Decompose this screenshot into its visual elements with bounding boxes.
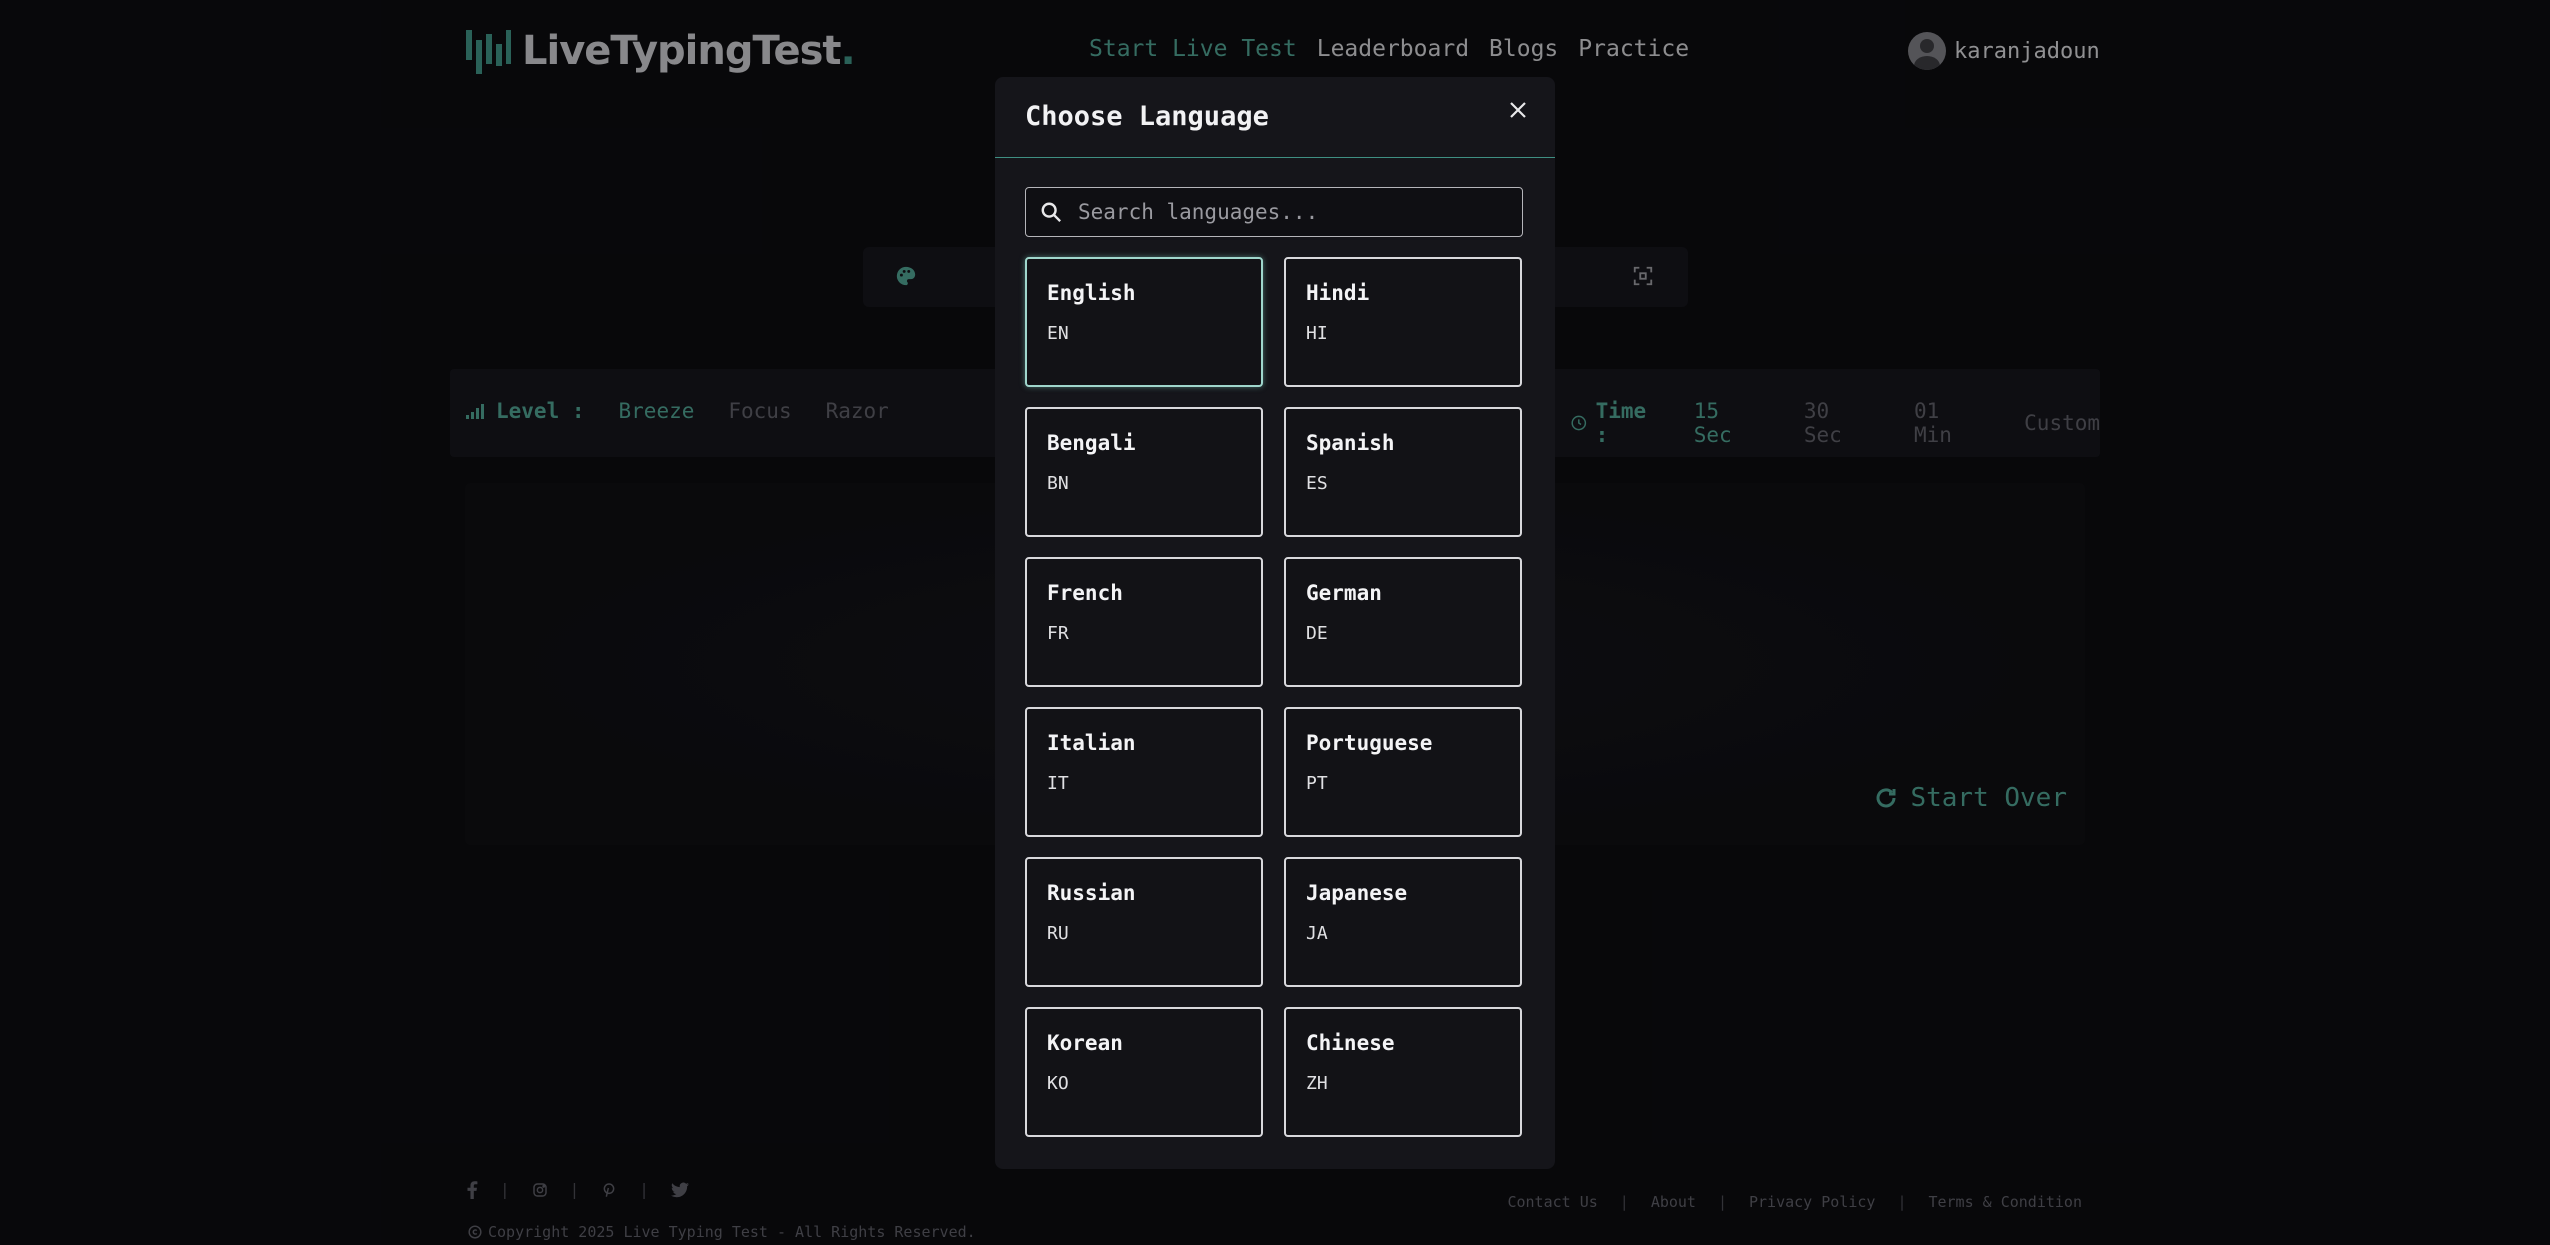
language-code: ES	[1306, 473, 1328, 494]
language-card-korean[interactable]: Korean KO	[1025, 1007, 1263, 1137]
close-button[interactable]	[1503, 95, 1533, 125]
language-card-hindi[interactable]: Hindi HI	[1284, 257, 1522, 387]
language-name: Chinese	[1306, 1031, 1395, 1055]
language-card-japanese[interactable]: Japanese JA	[1284, 857, 1522, 987]
language-search	[1025, 187, 1523, 237]
language-name: Bengali	[1047, 431, 1136, 455]
search-icon	[1041, 202, 1062, 223]
language-name: Hindi	[1306, 281, 1370, 305]
language-card-italian[interactable]: Italian IT	[1025, 707, 1263, 837]
language-code: RU	[1047, 923, 1069, 944]
language-code: BN	[1047, 473, 1069, 494]
language-name: Japanese	[1306, 881, 1408, 905]
search-input[interactable]	[1076, 199, 1522, 225]
language-modal: Choose Language English EN Hindi HI	[995, 77, 1555, 1169]
language-name: Spanish	[1306, 431, 1395, 455]
language-name: English	[1047, 281, 1136, 305]
language-name: Italian	[1047, 731, 1136, 755]
language-card-german[interactable]: German DE	[1284, 557, 1522, 687]
modal-title: Choose Language	[1025, 101, 1269, 132]
language-code: IT	[1047, 773, 1069, 794]
language-code: JA	[1306, 923, 1328, 944]
language-card-bengali[interactable]: Bengali BN	[1025, 407, 1263, 537]
language-name: Korean	[1047, 1031, 1123, 1055]
language-name: Portuguese	[1306, 731, 1433, 755]
language-code: DE	[1306, 623, 1328, 644]
language-grid: English EN Hindi HI Bengali BN Spanish E…	[1025, 257, 1524, 1137]
language-code: EN	[1047, 323, 1069, 344]
page: LiveTypingTest. Start Live Test Leaderbo…	[0, 0, 2550, 1245]
language-card-english[interactable]: English EN	[1025, 257, 1263, 387]
language-card-russian[interactable]: Russian RU	[1025, 857, 1263, 987]
language-name: French	[1047, 581, 1123, 605]
language-name: German	[1306, 581, 1382, 605]
language-card-portuguese[interactable]: Portuguese PT	[1284, 707, 1522, 837]
language-code: KO	[1047, 1073, 1069, 1094]
modal-header: Choose Language	[995, 77, 1555, 158]
language-name: Russian	[1047, 881, 1136, 905]
language-card-spanish[interactable]: Spanish ES	[1284, 407, 1522, 537]
language-code: ZH	[1306, 1073, 1328, 1094]
close-icon	[1510, 102, 1526, 118]
language-card-chinese[interactable]: Chinese ZH	[1284, 1007, 1522, 1137]
language-card-french[interactable]: French FR	[1025, 557, 1263, 687]
language-code: FR	[1047, 623, 1069, 644]
language-code: PT	[1306, 773, 1328, 794]
language-code: HI	[1306, 323, 1328, 344]
